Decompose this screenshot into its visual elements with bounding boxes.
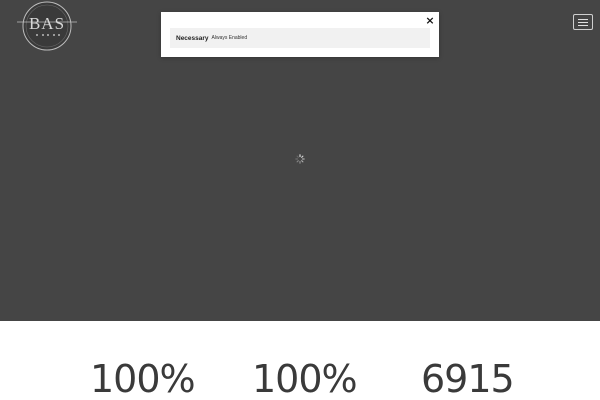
site-logo[interactable]: BAS (17, 1, 77, 51)
stat-value: 100% (90, 357, 196, 400)
consent-category-title: Necessary (176, 34, 209, 42)
cookie-consent-modal: × Necessary Always Enabled (161, 12, 439, 57)
consent-category-necessary[interactable]: Necessary Always Enabled (170, 28, 430, 48)
loading-spinner-icon (295, 154, 305, 164)
stats-section: 100% 100% 6915 (0, 321, 600, 400)
close-icon[interactable]: × (425, 15, 435, 27)
hero-section: BAS × Necessary Always Enabled (0, 0, 600, 321)
logo-wordmark: BAS (28, 14, 66, 33)
consent-category-status: Always Enabled (211, 35, 248, 41)
hamburger-menu-icon[interactable] (573, 14, 593, 30)
logo-subline (36, 34, 60, 37)
stat-value: 100% (252, 357, 358, 400)
stat-value: 6915 (421, 357, 515, 400)
